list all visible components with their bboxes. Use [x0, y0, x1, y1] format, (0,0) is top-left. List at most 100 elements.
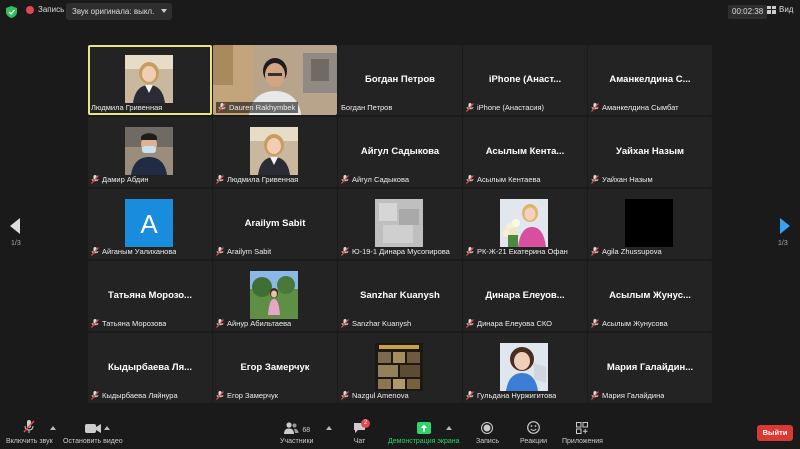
participant-tile[interactable]: Айгул Садыкова Айгул Садыкова	[338, 117, 462, 187]
microphone-muted-icon	[218, 103, 226, 112]
participant-tile[interactable]: Егор Замерчук Егор Замерчук	[213, 333, 337, 403]
participant-name-tag: Sanzhar Kuanysh	[341, 318, 411, 329]
shield-icon[interactable]	[6, 6, 17, 18]
stop-video-button[interactable]: Остановить видео	[63, 420, 123, 445]
participant-tile[interactable]: Гульдана Нуржигитова	[463, 333, 587, 403]
participant-name-tag: Динара Елеуова СКО	[466, 318, 552, 329]
grid-view-icon	[767, 5, 776, 14]
avatar	[375, 343, 423, 391]
reactions-button[interactable]: Реакции	[520, 420, 547, 445]
participant-tile[interactable]: Кыдырбаева Ля... Кыдырбаева Ляйнура	[88, 333, 212, 403]
participants-options-chevron-icon[interactable]	[326, 426, 332, 430]
participant-name-label: Людмила Гривенная	[91, 103, 163, 112]
participant-display-name: Динара Елеуов...	[485, 290, 565, 301]
next-page-arrow-icon[interactable]	[780, 218, 790, 234]
participant-name-tag: Nazgul Amenova	[341, 390, 409, 401]
participant-tile[interactable]: Динара Елеуов... Динара Елеуова СКО	[463, 261, 587, 331]
participant-tile[interactable]: Nazgul Amenova	[338, 333, 462, 403]
participant-name-label: Ю-19-1 Динара Мусопирова	[352, 247, 450, 256]
participant-tile[interactable]: Дамир Абдин	[88, 117, 212, 187]
apps-icon	[576, 422, 589, 434]
participant-name-label: Sanzhar Kuanysh	[352, 319, 412, 328]
participant-name-tag: Татьяна Морозова	[91, 318, 166, 329]
participant-tile[interactable]: iPhone (Анаст... iPhone (Анастасия)	[463, 45, 587, 115]
participant-tile[interactable]: Татьяна Морозо... Татьяна Морозова	[88, 261, 212, 331]
participant-tile[interactable]: Уайхан Назым Уайхан Назым	[588, 117, 712, 187]
chevron-down-icon	[161, 9, 168, 13]
participant-name-tag: Егор Замерчук	[216, 390, 278, 401]
top-bar: Запись Звук оригинала: выкл. 00:02:38 Ви…	[0, 0, 800, 24]
view-button[interactable]: Вид	[767, 5, 793, 14]
participant-name-tag: Dauren Rakhymbek	[216, 102, 299, 113]
video-camera-icon	[84, 424, 101, 433]
audio-options-chevron-icon[interactable]	[50, 426, 56, 430]
record-button[interactable]: Запись	[476, 420, 499, 445]
participant-tile[interactable]: Айнур Абильтаева	[213, 261, 337, 331]
participant-display-name: Arailym Sabit	[244, 218, 306, 229]
apps-label: Приложения	[562, 438, 603, 445]
participant-name-tag: Асылым Кентаева	[466, 174, 541, 185]
unmute-button[interactable]: Включить звук	[6, 420, 53, 445]
participant-name-label: Айнур Абильтаева	[227, 319, 292, 328]
microphone-muted-icon	[341, 319, 349, 328]
record-icon	[481, 422, 494, 434]
participant-tile[interactable]: Людмила Гривенная	[88, 45, 212, 115]
microphone-muted-icon	[591, 175, 599, 184]
chat-label: Чат	[353, 438, 366, 445]
avatar	[500, 199, 548, 247]
smiley-icon	[527, 421, 540, 434]
microphone-muted-icon	[466, 175, 474, 184]
microphone-muted-icon	[341, 391, 349, 400]
original-sound-button[interactable]: Звук оригинала: выкл.	[66, 3, 173, 20]
participant-tile[interactable]: РК-Ж-21 Екатерина Офан	[463, 189, 587, 259]
microphone-muted-icon	[91, 319, 99, 328]
leave-button[interactable]: Выйти	[757, 425, 793, 441]
participant-tile[interactable]: Аманкелдина С... Аманкелдина Сымбат	[588, 45, 712, 115]
participant-tile[interactable]: Асылым Жунус... Асылым Жунусова	[588, 261, 712, 331]
participant-tile[interactable]: Sanzhar Kuanysh Sanzhar Kuanysh	[338, 261, 462, 331]
participant-display-name: Уайхан Назым	[615, 146, 685, 157]
participant-name-label: Мария Галайдина	[602, 391, 665, 400]
meeting-timer: 00:02:38	[728, 5, 768, 19]
participant-name-label: Динара Елеуова СКО	[477, 319, 552, 328]
participant-tile[interactable]: A Айганым Уалиханова	[88, 189, 212, 259]
participant-name-label: Dauren Rakhymbek	[229, 103, 296, 112]
participant-name-label: Людмила Гривенная	[227, 175, 299, 184]
participant-tile[interactable]: Мария Галайдин... Мария Галайдина	[588, 333, 712, 403]
participant-display-name: Асылым Кента...	[485, 146, 565, 157]
participant-name-label: Асылым Кентаева	[477, 175, 541, 184]
participant-tile[interactable]: Arailym Sabit Arailym Sabit	[213, 189, 337, 259]
participant-name-tag: Асылым Жунусова	[591, 318, 668, 329]
participant-tile[interactable]: Асылым Кента... Асылым Кентаева	[463, 117, 587, 187]
participants-button[interactable]: 68 Участники	[280, 420, 313, 445]
video-options-chevron-icon[interactable]	[104, 426, 110, 430]
share-options-chevron-icon[interactable]	[446, 426, 452, 430]
participant-name-tag: Уайхан Назым	[591, 174, 653, 185]
participant-name-tag: Дамир Абдин	[91, 174, 149, 185]
avatar	[125, 127, 173, 175]
participant-tile[interactable]: Agila Zhussupova	[588, 189, 712, 259]
share-screen-button[interactable]: Демонстрация экрана	[388, 420, 460, 445]
microphone-muted-icon	[591, 319, 599, 328]
microphone-muted-icon	[341, 175, 349, 184]
avatar	[375, 199, 423, 247]
avatar	[500, 343, 548, 391]
participant-tile[interactable]: Богдан Петров Богдан Петров	[338, 45, 462, 115]
microphone-muted-icon	[91, 175, 99, 184]
microphone-muted-icon	[216, 175, 224, 184]
participant-name-tag: Ю-19-1 Динара Мусопирова	[341, 246, 450, 257]
participant-tile[interactable]: Dauren Rakhymbek	[213, 45, 337, 115]
meeting-toolbar: Включить звук Остановить видео 68 Участн…	[0, 412, 800, 449]
previous-page-arrow-icon[interactable]	[10, 218, 20, 234]
participant-name-label: Гульдана Нуржигитова	[477, 391, 557, 400]
participant-tile[interactable]: Людмила Гривенная	[213, 117, 337, 187]
participant-name-label: Дамир Абдин	[102, 175, 149, 184]
microphone-muted-icon	[91, 247, 99, 256]
microphone-muted-icon	[216, 391, 224, 400]
apps-button[interactable]: Приложения	[562, 420, 603, 445]
participant-name-tag: Гульдана Нуржигитова	[466, 390, 556, 401]
participant-tile[interactable]: Ю-19-1 Динара Мусопирова	[338, 189, 462, 259]
microphone-muted-icon	[591, 247, 599, 256]
original-sound-label: Звук оригинала: выкл.	[72, 7, 155, 16]
recording-indicator[interactable]: Запись	[26, 5, 64, 14]
